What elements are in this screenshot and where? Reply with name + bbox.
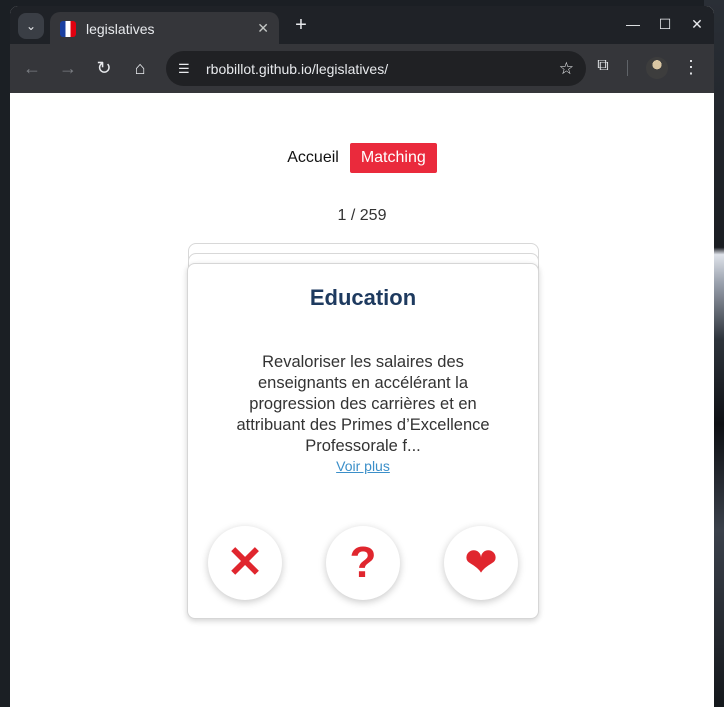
like-button[interactable]: ❤ [444, 526, 518, 600]
chevron-down-icon: ⌄ [25, 19, 37, 33]
tune-icon[interactable]: ☰ [178, 61, 200, 77]
minimize-icon[interactable]: — [623, 16, 643, 32]
see-more-link[interactable]: Voir plus [188, 458, 538, 474]
address-bar[interactable]: ☰ rbobillot.github.io/legislatives/ ☆ [166, 51, 586, 86]
more-vert-icon[interactable]: ⋮ [681, 55, 701, 79]
close-window-icon[interactable]: ✕ [687, 16, 707, 33]
new-tab-button[interactable]: + [290, 15, 312, 37]
puzzle-icon[interactable]: ⧉ [592, 57, 614, 79]
avatar[interactable] [646, 57, 668, 79]
favicon-icon [60, 20, 76, 37]
question-icon: ? [349, 538, 377, 587]
card-text: Revaloriser les salaires des enseignants… [236, 353, 490, 455]
page-content: Accueil Matching 1 / 259 Education Reval… [10, 93, 714, 707]
star-icon[interactable]: ☆ [559, 59, 574, 79]
heart-icon: ❤ [464, 541, 498, 585]
back-arrow-icon[interactable]: ← [20, 56, 44, 80]
forward-arrow-icon[interactable]: → [56, 56, 80, 80]
toolbar: ← → ↻ ⌂ ☰ rbobillot.github.io/legislativ… [10, 44, 714, 93]
card-title: Education [309, 285, 417, 310]
progress-counter: 1 / 259 [337, 207, 387, 224]
reject-button[interactable]: ✕ [208, 526, 282, 600]
maximize-icon[interactable]: ☐ [655, 16, 675, 33]
tab-bar: ⌄ legislatives ✕ + — ☐ ✕ [10, 6, 714, 45]
unsure-button[interactable]: ? [326, 526, 400, 600]
nav-link-matching[interactable]: Matching [349, 143, 437, 173]
home-icon[interactable]: ⌂ [128, 56, 152, 80]
tab-title: legislatives [86, 20, 155, 37]
site-nav: Accueil Matching [10, 143, 714, 173]
toolbar-divider [627, 60, 628, 76]
tab-search-button[interactable]: ⌄ [18, 13, 44, 39]
tab-close-icon[interactable]: ✕ [257, 20, 269, 37]
reload-icon[interactable]: ↻ [92, 56, 116, 80]
proposal-card: Education Revaloriser les salaires des e… [187, 263, 539, 619]
nav-link-accueil[interactable]: Accueil [287, 149, 339, 167]
url-text[interactable]: rbobillot.github.io/legislatives/ [206, 61, 559, 77]
tab-legislatives[interactable]: legislatives ✕ [50, 12, 279, 45]
cross-icon: ✕ [226, 538, 264, 587]
browser-window: ⌄ legislatives ✕ + — ☐ ✕ ← → ↻ ⌂ ☰ rbobi… [10, 6, 714, 707]
